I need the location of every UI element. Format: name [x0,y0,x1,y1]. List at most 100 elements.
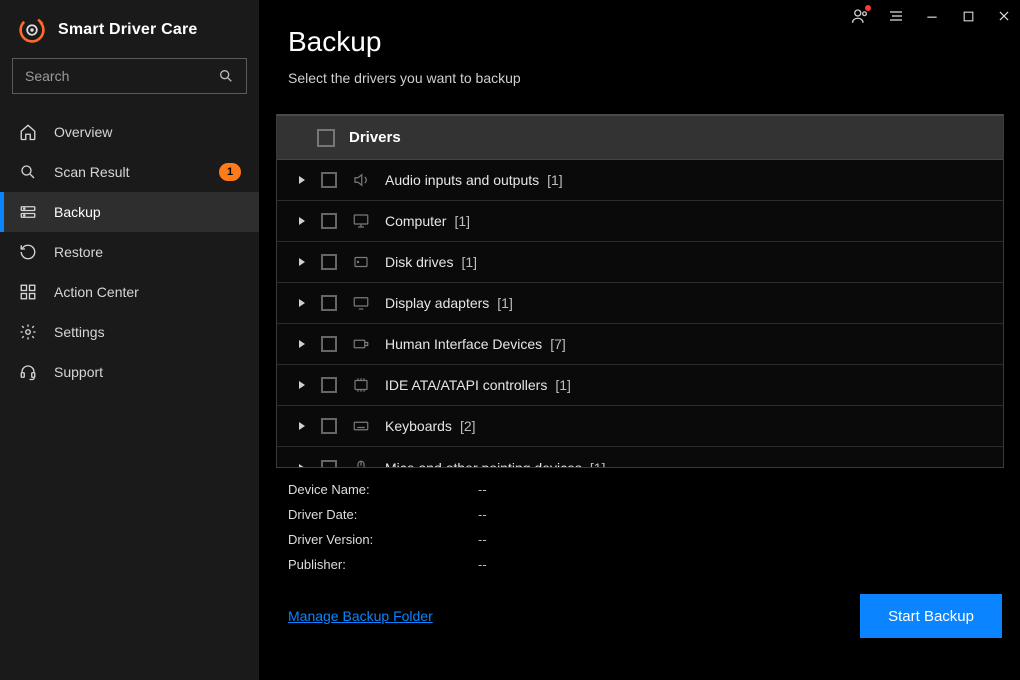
category-name: Mice and other pointing devices [385,460,582,468]
sidebar-nav: Overview Scan Result 1 Backup Restore Action … [0,108,259,392]
category-checkbox[interactable] [321,295,337,311]
category-label: Computer [1] [385,213,470,229]
page-title: Backup [288,26,992,58]
computer-icon [351,211,371,231]
sidebar-item-support[interactable]: Support [0,352,259,392]
app-title: Smart Driver Care [58,21,197,39]
app-root: Smart Driver Care Overview Scan Result 1 Ba… [0,0,1020,680]
driver-category-list[interactable]: Audio inputs and outputs[1]Computer[1]Di… [277,160,1003,467]
driver-category-row[interactable]: IDE ATA/ATAPI controllers [1] [277,365,1003,406]
driver-category-row[interactable]: Mice and other pointing devices [1] [277,447,1003,467]
search-input[interactable] [25,68,218,84]
search-icon [218,68,234,84]
category-label: Human Interface Devices[7] [385,336,566,352]
select-all-checkbox[interactable] [317,129,335,147]
main: Backup Select the drivers you want to ba… [260,0,1020,680]
expand-triangle-icon[interactable] [297,463,307,468]
device-name-label: Device Name: [288,482,478,497]
ide-icon [351,375,371,395]
category-name: Audio inputs and outputs [385,172,539,188]
category-label: Audio inputs and outputs[1] [385,172,563,188]
category-count: [1] [590,460,606,468]
expand-triangle-icon[interactable] [297,298,307,308]
driver-details: Device Name: -- Driver Date: -- Driver V… [260,468,1020,576]
restore-icon [18,242,38,262]
sidebar-item-badge: 1 [219,163,241,181]
category-name: Human Interface Devices [385,336,542,352]
close-button[interactable] [994,6,1014,26]
sidebar: Smart Driver Care Overview Scan Result 1 Ba… [0,0,260,680]
category-checkbox[interactable] [321,418,337,434]
driver-version-value: -- [478,532,992,547]
driver-category-row[interactable]: Audio inputs and outputs[1] [277,160,1003,201]
expand-triangle-icon[interactable] [297,175,307,185]
expand-triangle-icon[interactable] [297,216,307,226]
category-checkbox[interactable] [321,336,337,352]
category-name: Computer [385,213,446,229]
driver-category-row[interactable]: Display adapters[1] [277,283,1003,324]
home-icon [18,122,38,142]
hid-icon [351,334,371,354]
mouse-icon [351,458,371,468]
search-container [0,58,259,108]
minimize-button[interactable] [922,6,942,26]
expand-triangle-icon[interactable] [297,421,307,431]
driver-list-header-label: Drivers [349,129,401,146]
sidebar-item-overview[interactable]: Overview [0,112,259,152]
driver-version-label: Driver Version: [288,532,478,547]
sidebar-item-label: Restore [54,244,241,260]
sidebar-item-label: Action Center [54,284,241,300]
expand-triangle-icon[interactable] [297,339,307,349]
category-label: Keyboards[2] [385,418,476,434]
driver-date-label: Driver Date: [288,507,478,522]
search-box[interactable] [12,58,247,94]
headset-icon [18,362,38,382]
scan-icon [18,162,38,182]
expand-triangle-icon[interactable] [297,380,307,390]
sidebar-item-label: Backup [54,204,241,220]
brand: Smart Driver Care [0,0,259,58]
menu-icon[interactable] [886,6,906,26]
start-backup-button[interactable]: Start Backup [860,594,1002,638]
category-count: [1] [555,377,571,393]
driver-category-row[interactable]: Keyboards[2] [277,406,1003,447]
publisher-value: -- [478,557,992,572]
category-checkbox[interactable] [321,377,337,393]
sidebar-item-label: Scan Result [54,164,203,180]
expand-triangle-icon[interactable] [297,257,307,267]
user-account-icon[interactable] [850,6,870,26]
category-checkbox[interactable] [321,172,337,188]
sidebar-item-restore[interactable]: Restore [0,232,259,272]
page-subtitle: Select the drivers you want to backup [288,70,992,86]
category-count: [1] [497,295,513,311]
category-name: IDE ATA/ATAPI controllers [385,377,547,393]
sidebar-item-label: Overview [54,124,241,140]
driver-category-row[interactable]: Computer [1] [277,201,1003,242]
category-checkbox[interactable] [321,460,337,468]
sidebar-item-action-center[interactable]: Action Center [0,272,259,312]
category-label: Display adapters[1] [385,295,513,311]
device-name-value: -- [478,482,992,497]
sidebar-item-settings[interactable]: Settings [0,312,259,352]
driver-category-row[interactable]: Disk drives[1] [277,242,1003,283]
app-logo-icon [18,16,46,44]
driver-list-header: Drivers [277,116,1003,160]
sidebar-item-label: Support [54,364,241,380]
category-name: Keyboards [385,418,452,434]
category-label: Disk drives[1] [385,254,477,270]
window-controls [850,6,1014,26]
maximize-button[interactable] [958,6,978,26]
backup-icon [18,202,38,222]
disk-icon [351,252,371,272]
driver-category-row[interactable]: Human Interface Devices[7] [277,324,1003,365]
category-checkbox[interactable] [321,254,337,270]
sidebar-item-backup[interactable]: Backup [0,192,259,232]
category-checkbox[interactable] [321,213,337,229]
driver-date-value: -- [478,507,992,522]
sidebar-item-label: Settings [54,324,241,340]
category-count: [1] [454,213,470,229]
grid-icon [18,282,38,302]
sidebar-item-scan-result[interactable]: Scan Result 1 [0,152,259,192]
manage-backup-folder-link[interactable]: Manage Backup Folder [288,608,433,624]
display-icon [351,293,371,313]
